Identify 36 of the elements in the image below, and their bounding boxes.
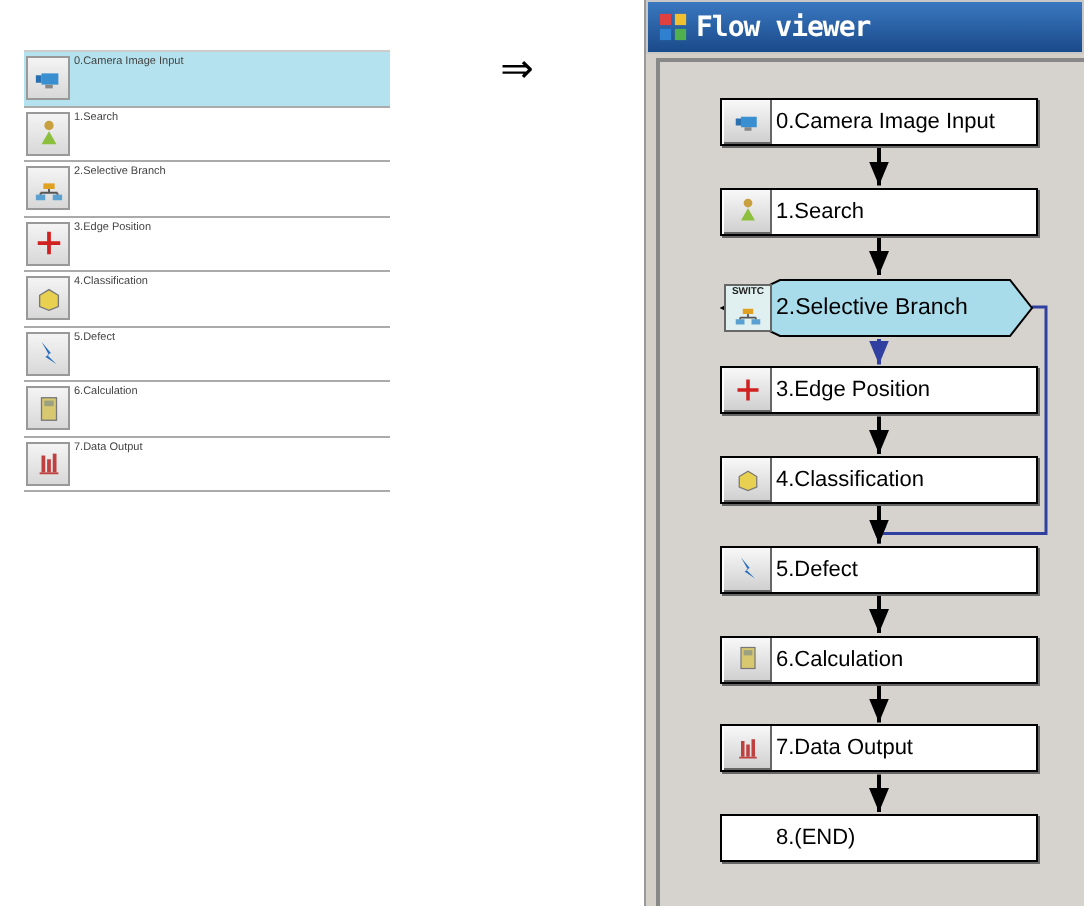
flow-node[interactable]: 3.Edge Position	[720, 366, 1038, 415]
app-icon	[658, 12, 688, 42]
node-label: 8.(END)	[776, 826, 856, 850]
connector-arrow	[869, 595, 889, 633]
connector-arrow	[869, 774, 889, 812]
connector-arrow	[869, 506, 889, 544]
icon-button[interactable]	[724, 368, 772, 413]
connector-arrow	[869, 148, 889, 186]
right-arrow-symbol: ⇒	[500, 48, 534, 88]
flow-node[interactable]: 8.(END)	[720, 814, 1038, 862]
icon-button[interactable]	[724, 547, 772, 592]
node-label: 5.Defect	[776, 557, 858, 582]
flow-node[interactable]: 1.Search	[720, 187, 1038, 236]
node-label: 0.Camera Image Input	[776, 110, 995, 134]
flow-node[interactable]: 0.Camera Image Input	[720, 98, 1038, 146]
icon-button[interactable]	[724, 637, 772, 681]
node-label: 2.Selective Branch	[776, 295, 968, 319]
crosshair-icon	[733, 375, 761, 404]
node-label: 3.Edge Position	[776, 378, 931, 403]
node-label: 6.Calculation	[776, 647, 904, 671]
flow-node[interactable]: 6.Calculation	[720, 635, 1038, 683]
connector-arrow	[869, 339, 889, 365]
node-label: 7.Data Output	[776, 736, 913, 761]
icon-button[interactable]	[724, 189, 772, 234]
crosshair-icon	[33, 228, 63, 258]
window-title: Flow viewer	[696, 11, 871, 43]
connector-arrow	[869, 685, 889, 723]
connector-arrow	[869, 416, 889, 454]
bar-chart-icon	[733, 733, 761, 762]
flow-node[interactable]: 7.Data Output	[720, 724, 1038, 773]
node-label: 1.Search	[776, 199, 865, 224]
flow-node[interactable]: 5.Defect	[720, 545, 1038, 594]
connector-arrow	[869, 237, 889, 275]
flow-node[interactable]: 4.Classification	[720, 456, 1038, 504]
icon-button[interactable]	[724, 726, 772, 771]
node-label: 4.Classification	[776, 468, 924, 492]
